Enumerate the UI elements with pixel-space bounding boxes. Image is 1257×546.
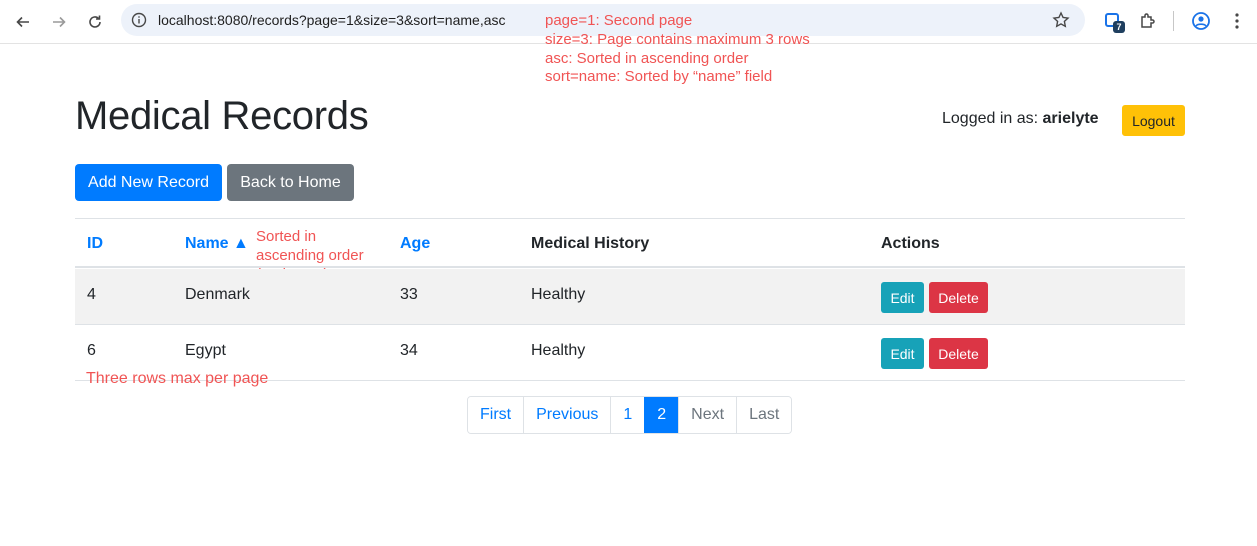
header-id[interactable]: ID — [87, 235, 103, 253]
cell-medical-history: Healthy — [531, 342, 586, 359]
header-age[interactable]: Age — [400, 235, 430, 253]
pagination-page-1[interactable]: 1 — [610, 397, 645, 433]
annotation-rows: Three rows max per page — [86, 370, 269, 387]
table-header: ID Name ▲ Age Medical History Actions — [75, 219, 1185, 268]
arrow-left-icon — [16, 16, 29, 28]
username: arielyte — [1042, 110, 1099, 127]
cell-name: Egypt — [185, 342, 226, 359]
reload-icon — [89, 15, 101, 28]
bookmark-star-icon[interactable] — [1050, 9, 1072, 31]
cell-id: 4 — [87, 286, 96, 303]
cell-age: 33 — [400, 286, 418, 303]
toolbar-separator — [1173, 11, 1174, 31]
pagination-next: Next — [678, 397, 737, 433]
header-medical-history: Medical History — [531, 235, 650, 252]
puzzle-icon[interactable] — [1136, 9, 1160, 33]
cell-medical-history: Healthy — [531, 286, 586, 303]
extension-badge: 7 — [1113, 21, 1125, 33]
delete-button[interactable]: Delete — [929, 338, 988, 369]
annotation-url-4: sort=name: Sorted by “name” field — [545, 68, 773, 85]
pagination-previous[interactable]: Previous — [523, 397, 611, 433]
delete-button[interactable]: Delete — [929, 282, 988, 313]
logged-in-label: Logged in as: — [942, 110, 1039, 127]
pagination-last: Last — [736, 397, 792, 433]
back-home-button[interactable]: Back to Home — [227, 164, 354, 201]
url-text[interactable]: localhost:8080/records?page=1&size=3&sor… — [158, 12, 506, 28]
annotation-sort-1: Sorted in — [256, 228, 317, 245]
back-button[interactable] — [9, 8, 37, 36]
annotation-url-1: page=1: Second page — [545, 12, 693, 29]
pagination-first[interactable]: First — [468, 397, 524, 433]
header-actions: Actions — [881, 235, 940, 252]
add-record-button[interactable]: Add New Record — [75, 164, 222, 201]
pagination-page-2[interactable]: 2 — [644, 397, 679, 433]
page-title: Medical Records — [75, 94, 369, 138]
edit-button[interactable]: Edit — [881, 338, 924, 369]
forward-button[interactable] — [45, 8, 73, 36]
menu-kebab-icon[interactable] — [1225, 9, 1249, 33]
logged-in-status: Logged in as: arielyte — [942, 110, 1099, 128]
header-name[interactable]: Name ▲ — [185, 235, 249, 253]
site-info-icon[interactable] — [129, 10, 149, 30]
pagination: First Previous 1 2 Next Last — [467, 396, 793, 434]
table-row: 4 Denmark 33 Healthy Edit Delete — [75, 269, 1185, 325]
extension-icon[interactable]: 7 — [1101, 9, 1125, 33]
logout-button[interactable]: Logout — [1122, 105, 1185, 136]
arrow-right-icon — [53, 16, 66, 28]
cell-id: 6 — [87, 342, 96, 359]
edit-button[interactable]: Edit — [881, 282, 924, 313]
annotation-sort-2: ascending order — [256, 247, 364, 264]
cell-name: Denmark — [185, 286, 250, 303]
annotation-url-3: asc: Sorted in ascending order — [545, 50, 749, 67]
profile-icon[interactable] — [1189, 9, 1213, 33]
reload-button[interactable] — [81, 8, 109, 36]
annotation-url-2: size=3: Page contains maximum 3 rows — [545, 31, 810, 48]
cell-age: 34 — [400, 342, 418, 359]
